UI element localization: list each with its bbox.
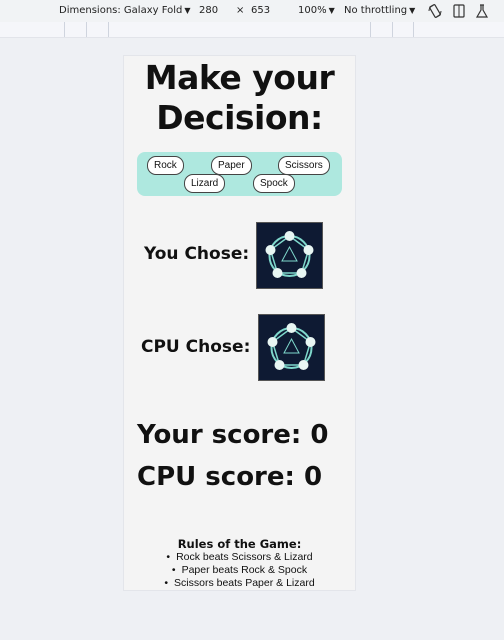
chevron-down-icon: ▼ <box>409 6 416 15</box>
you-chose-label: You Chose: <box>144 244 250 264</box>
ruler-mark <box>108 22 109 37</box>
height-input[interactable]: 653 <box>251 5 270 16</box>
device-viewport: Make your Decision: Rock Paper Scissors … <box>124 56 355 590</box>
rock-button[interactable]: Rock <box>147 156 184 175</box>
rules-list: Rock beats Scissors & Lizard Paper beats… <box>124 551 355 590</box>
rules-title: Rules of the Game: <box>177 537 302 551</box>
ruler-mark <box>64 22 65 37</box>
paper-button[interactable]: Paper <box>211 156 252 175</box>
spock-button[interactable]: Spock <box>253 174 295 193</box>
times-symbol: × <box>236 5 245 16</box>
scissors-button[interactable]: Scissors <box>278 156 330 175</box>
throttling-dropdown[interactable]: No throttling ▼ <box>344 5 415 16</box>
chevron-down-icon: ▼ <box>328 6 335 15</box>
ruler-mark <box>370 22 371 37</box>
rule-item: Rock beats Scissors & Lizard <box>124 551 355 564</box>
player-choice-image <box>256 222 323 289</box>
zoom-dropdown[interactable]: 100% ▼ <box>298 5 335 16</box>
rpsls-diagram-icon <box>267 323 316 370</box>
rpsls-diagram-icon <box>265 231 314 278</box>
cpu-choice-image <box>258 314 325 381</box>
ruler-mark <box>413 22 414 37</box>
ruler-mark <box>86 22 87 37</box>
choice-panel: Rock Paper Scissors Lizard Spock <box>137 152 342 196</box>
rule-item: Scissors beats Paper & Lizard <box>124 577 355 590</box>
media-query-ruler <box>0 22 504 38</box>
ruler-mark <box>392 22 393 37</box>
flask-icon[interactable] <box>474 3 490 19</box>
zoom-label: 100% <box>298 5 327 16</box>
rule-item: Paper beats Rock & Spock <box>124 564 355 577</box>
rotate-icon[interactable] <box>427 3 443 19</box>
devtools-toolbar: Dimensions: Galaxy Fold ▼ 280 × 653 100% ▼… <box>0 0 504 23</box>
cpu-score: CPU score: 0 <box>137 462 323 492</box>
heading-line-2: Decision: <box>156 98 323 137</box>
lizard-button[interactable]: Lizard <box>184 174 226 193</box>
cpu-chose-label: CPU Chose: <box>141 337 251 357</box>
device-posture-icon[interactable] <box>451 3 467 19</box>
width-input[interactable]: 280 <box>199 5 218 16</box>
throttling-label: No throttling <box>344 5 408 16</box>
chevron-down-icon: ▼ <box>184 6 191 15</box>
your-score: Your score: 0 <box>137 420 329 450</box>
device-dimensions-label: Dimensions: Galaxy Fold <box>59 5 183 16</box>
device-dimensions-dropdown[interactable]: Dimensions: Galaxy Fold ▼ <box>59 5 191 16</box>
heading-line-1: Make your <box>144 58 335 97</box>
page-heading: Make your Decision: <box>124 58 355 138</box>
